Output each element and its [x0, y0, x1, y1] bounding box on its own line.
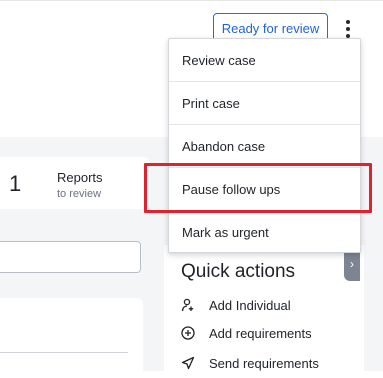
options-menu: Review case Print case Abandon case Paus… — [168, 38, 361, 253]
reports-title: Reports — [57, 170, 103, 185]
menu-item-abandon-case[interactable]: Abandon case — [169, 125, 360, 167]
reports-count: 1 — [9, 171, 22, 196]
add-person-icon — [181, 298, 195, 312]
quick-actions-title: Quick actions — [181, 261, 296, 282]
quick-action-add-individual[interactable]: Add Individual — [181, 295, 291, 315]
divider — [0, 352, 128, 353]
reports-subtitle: to review — [57, 188, 102, 200]
menu-item-review-case[interactable]: Review case — [169, 39, 360, 81]
plus-circle-icon — [181, 326, 195, 340]
lower-card — [0, 298, 143, 378]
quick-action-label: Add Individual — [209, 297, 291, 313]
quick-action-label: Add requirements — [209, 325, 312, 341]
reports-card[interactable]: 1 Reports to review — [0, 157, 150, 209]
quick-action-label: Send requirements — [209, 355, 319, 371]
highlight-box — [144, 163, 372, 213]
quick-actions-panel: Quick actions Add Individual Add require… — [164, 245, 364, 375]
menu-item-mark-as-urgent[interactable]: Mark as urgent — [169, 211, 360, 253]
menu-item-print-case[interactable]: Print case — [169, 82, 360, 124]
search-input[interactable] — [0, 241, 141, 273]
top-divider — [0, 0, 383, 1]
quick-action-add-requirements[interactable]: Add requirements — [181, 323, 312, 343]
chevron-right-icon: › — [350, 257, 354, 271]
send-icon — [181, 356, 195, 370]
quick-action-send-requirements[interactable]: Send requirements — [181, 353, 319, 373]
